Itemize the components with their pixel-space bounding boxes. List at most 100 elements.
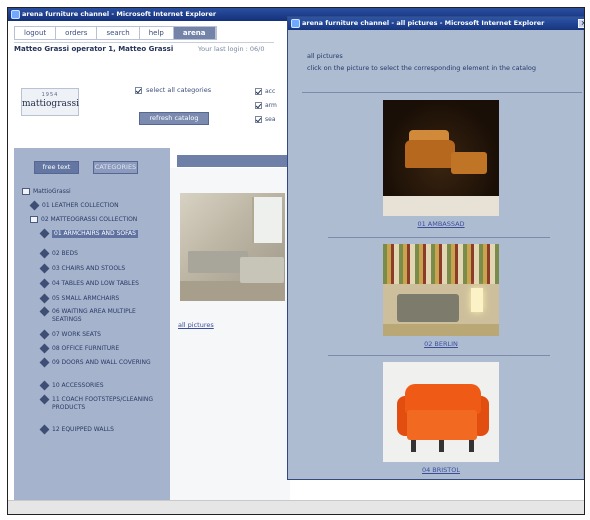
select-all-checkbox[interactable] bbox=[135, 86, 142, 94]
picture-card[interactable]: 04 BRISTOL bbox=[383, 362, 499, 474]
top-navigation: logout orders search help arena bbox=[14, 26, 217, 40]
nav-arena[interactable]: arena bbox=[173, 27, 216, 39]
nav-help[interactable]: help bbox=[140, 27, 174, 39]
tree-item-label: 07 WORK SEATS bbox=[52, 331, 101, 338]
last-login-text: Your last login : 06/0 bbox=[198, 45, 265, 53]
tree-collection[interactable]: 02 MATTEOGRASSI COLLECTION bbox=[30, 216, 137, 224]
category-checkbox[interactable] bbox=[255, 116, 262, 123]
popup-scrollbar[interactable] bbox=[583, 30, 585, 479]
node-icon bbox=[39, 228, 50, 239]
all-pictures-link[interactable]: all pictures bbox=[178, 321, 214, 329]
free-text-button[interactable]: free text bbox=[34, 161, 79, 174]
popup-titlebar[interactable]: arena furniture channel - all pictures -… bbox=[288, 17, 584, 30]
berlin-sofa bbox=[397, 294, 459, 322]
tree-item[interactable]: 06 WAITING AREA MULTIPLE SEATINGS bbox=[39, 306, 158, 323]
tree-item-label: 02 BEDS bbox=[52, 250, 78, 257]
photo-sofa bbox=[240, 257, 284, 283]
picture-caption[interactable]: 04 BRISTOL bbox=[383, 466, 499, 474]
tree-item-selected[interactable]: 01 ARMCHAIRS AND SOFAS bbox=[39, 228, 158, 239]
product-photo[interactable] bbox=[180, 193, 285, 301]
popup-title: arena furniture channel - all pictures -… bbox=[302, 19, 545, 27]
categories-button[interactable]: CATEGORIES bbox=[93, 161, 138, 174]
divider bbox=[302, 92, 582, 93]
bristol-leg bbox=[439, 440, 444, 452]
tree-item[interactable]: 07 WORK SEATS bbox=[39, 329, 158, 340]
tree-item[interactable]: 11 COACH FOOTSTEPS/CLEANING PRODUCTS bbox=[39, 394, 158, 411]
node-icon bbox=[39, 278, 50, 289]
status-bar bbox=[8, 500, 584, 514]
picture-caption[interactable]: 01 AMBASSAD bbox=[383, 220, 499, 228]
chair-base bbox=[383, 196, 499, 216]
nav-logout[interactable]: logout bbox=[15, 27, 57, 39]
tree-collection[interactable]: 01 LEATHER COLLECTION bbox=[29, 200, 119, 211]
node-icon bbox=[39, 329, 50, 340]
scroll-up-arrow-icon[interactable] bbox=[584, 30, 585, 39]
picture-thumbnail[interactable] bbox=[383, 362, 499, 462]
tree-item[interactable]: 02 BEDS bbox=[39, 248, 158, 259]
node-icon bbox=[39, 343, 50, 354]
tree-item-label: 11 COACH FOOTSTEPS/CLEANING PRODUCTS bbox=[52, 396, 154, 411]
photo-window bbox=[252, 197, 282, 243]
node-icon bbox=[39, 306, 50, 317]
nav-orders[interactable]: orders bbox=[56, 27, 98, 39]
picture-card[interactable]: 02 BERLIN bbox=[383, 244, 499, 348]
tree-item[interactable]: 10 ACCESSORIES bbox=[39, 380, 158, 391]
tree-item-label: 05 SMALL ARMCHAIRS bbox=[52, 295, 120, 302]
scroll-thumb[interactable] bbox=[584, 40, 585, 190]
tree-item-label: 08 OFFICE FURNITURE bbox=[52, 345, 120, 352]
refresh-catalog-button[interactable]: refresh catalog bbox=[139, 112, 209, 125]
category-checkbox[interactable] bbox=[255, 102, 262, 109]
photo-sofa bbox=[188, 251, 248, 273]
all-pictures-popup: arena furniture channel - all pictures -… bbox=[287, 16, 585, 480]
category-checkbox[interactable] bbox=[255, 88, 262, 95]
tree-item[interactable]: 04 TABLES AND LOW TABLES bbox=[39, 278, 158, 289]
picture-thumbnail[interactable] bbox=[383, 100, 499, 216]
berlin-lamp bbox=[471, 288, 483, 312]
main-window-title: arena furniture channel - Microsoft Inte… bbox=[22, 10, 217, 18]
node-icon bbox=[29, 200, 40, 211]
popup-heading: all pictures bbox=[307, 52, 343, 60]
node-icon bbox=[39, 424, 50, 435]
category-checkbox-row[interactable]: acc bbox=[255, 88, 277, 95]
tree-item[interactable]: 05 SMALL ARMCHAIRS bbox=[39, 293, 158, 304]
category-checkbox-row[interactable]: sea bbox=[255, 116, 277, 123]
picture-caption[interactable]: 02 BERLIN bbox=[383, 340, 499, 348]
category-checkbox-row[interactable]: arm bbox=[255, 102, 277, 109]
node-icon bbox=[39, 293, 50, 304]
node-icon bbox=[39, 263, 50, 274]
node-icon bbox=[39, 357, 50, 368]
user-name: Matteo Grassi operator 1, Matteo Grassi bbox=[14, 45, 174, 53]
category-checkbox-label: arm bbox=[265, 102, 277, 109]
scroll-down-arrow-icon[interactable] bbox=[584, 470, 585, 479]
photo-floor bbox=[180, 281, 285, 301]
tree-item[interactable]: 12 EQUIPPED WALLS bbox=[39, 424, 158, 435]
node-icon bbox=[39, 380, 50, 391]
tree-root[interactable]: MattioGrassi bbox=[22, 188, 71, 196]
node-icon bbox=[39, 248, 50, 259]
bristol-leg bbox=[411, 440, 416, 452]
tree-root-label: MattioGrassi bbox=[33, 188, 71, 195]
tree-item[interactable]: 03 CHAIRS AND STOOLS bbox=[39, 263, 158, 274]
tree-item[interactable]: 09 DOORS AND WALL COVERING bbox=[39, 357, 158, 368]
close-button[interactable]: x bbox=[578, 19, 584, 28]
category-checkbox-list: acc arm sea bbox=[255, 88, 277, 123]
tree-item-label: 12 EQUIPPED WALLS bbox=[52, 426, 114, 433]
tree-collection-label: 01 LEATHER COLLECTION bbox=[42, 202, 119, 209]
bristol-leg bbox=[469, 440, 474, 452]
tree-item-label: 01 ARMCHAIRS AND SOFAS bbox=[52, 230, 138, 238]
brand-logo: 1954 mattiograssi bbox=[21, 88, 79, 116]
nav-search[interactable]: search bbox=[97, 27, 140, 39]
berlin-floor bbox=[383, 324, 499, 336]
bristol-seat bbox=[407, 410, 477, 440]
divider bbox=[328, 355, 550, 356]
tree-collection-label: 02 MATTEOGRASSI COLLECTION bbox=[41, 216, 138, 223]
tree-item[interactable]: 08 OFFICE FURNITURE bbox=[39, 343, 158, 354]
logo-year: 1954 bbox=[41, 92, 59, 98]
nav-divider bbox=[14, 42, 274, 43]
berlin-shelf bbox=[383, 244, 499, 284]
tree-item-label: 04 TABLES AND LOW TABLES bbox=[52, 280, 139, 287]
picture-thumbnail[interactable] bbox=[383, 244, 499, 336]
picture-card[interactable]: 01 AMBASSAD bbox=[383, 100, 499, 228]
select-all-categories[interactable]: select all categories bbox=[135, 86, 211, 94]
node-icon bbox=[39, 394, 50, 405]
